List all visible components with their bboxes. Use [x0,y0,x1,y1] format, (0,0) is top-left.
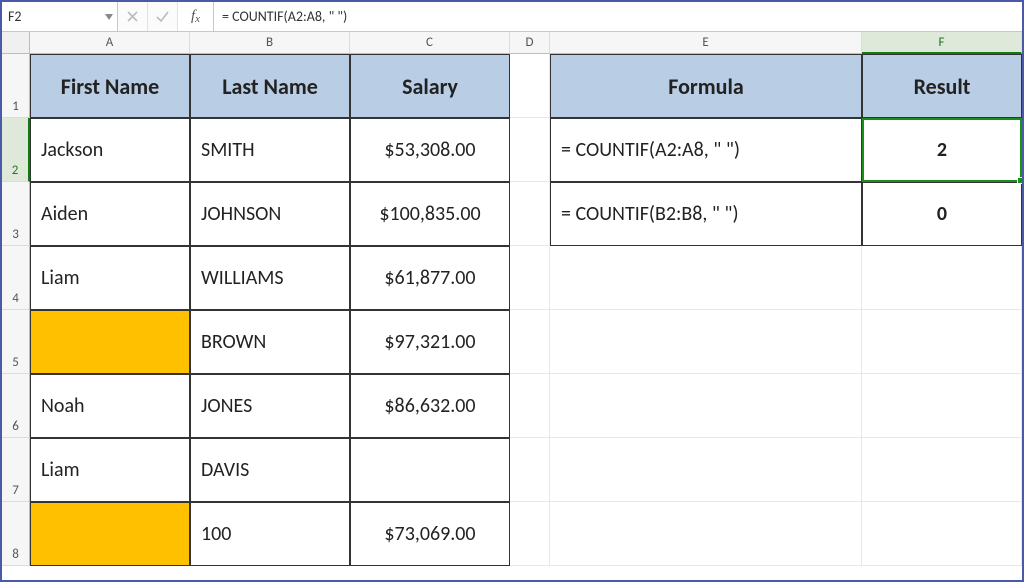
row-header-5[interactable]: 5 [2,310,30,374]
col-header-F[interactable]: F [862,32,1022,54]
cell-F4[interactable] [862,246,1022,310]
cancel-formula-icon[interactable] [118,2,148,31]
col-header-E[interactable]: E [550,32,862,54]
col-header-B[interactable]: B [190,32,350,54]
cell-A7[interactable]: Liam [30,438,190,502]
select-all-corner[interactable] [2,32,30,54]
cell-D7[interactable] [510,438,550,502]
cell-E2[interactable]: = COUNTIF(A2:A8, " ") [550,118,862,182]
cell-F6[interactable] [862,374,1022,438]
cell-A5[interactable] [30,310,190,374]
row-header-7[interactable]: 7 [2,438,30,502]
cell-B5[interactable]: BROWN [190,310,350,374]
col-header-A[interactable]: A [30,32,190,54]
row-header-4[interactable]: 4 [2,246,30,310]
cell-F3[interactable]: 0 [862,182,1022,246]
cell-A2[interactable]: Jackson [30,118,190,182]
cell-B1[interactable]: Last Name [190,54,350,118]
row-header-2[interactable]: 2 [2,118,30,182]
cell-C3[interactable]: $100,835.00 [350,182,510,246]
grid-body: 1 First Name Last Name Salary Formula Re… [2,54,1022,566]
cell-B4[interactable]: WILLIAMS [190,246,350,310]
cell-B8[interactable]: 100 [190,502,350,566]
cell-A6[interactable]: Noah [30,374,190,438]
row-header-3[interactable]: 3 [2,182,30,246]
cell-F1[interactable]: Result [862,54,1022,118]
name-box[interactable]: F2 [2,2,118,31]
cell-C6[interactable]: $86,632.00 [350,374,510,438]
worksheet[interactable]: A B C D E F 1 First Name Last Name Salar… [2,32,1022,580]
cell-C8[interactable]: $73,069.00 [350,502,510,566]
formula-bar: F2 fx = COUNTIF(A2:A8, " ") [2,2,1022,32]
cell-D2[interactable] [510,118,550,182]
cell-E4[interactable] [550,246,862,310]
cell-C4[interactable]: $61,877.00 [350,246,510,310]
cell-D6[interactable] [510,374,550,438]
cell-D4[interactable] [510,246,550,310]
cell-B2[interactable]: SMITH [190,118,350,182]
cell-E8[interactable] [550,502,862,566]
col-header-D[interactable]: D [510,32,550,54]
row-header-8[interactable]: 8 [2,502,30,566]
accept-formula-icon[interactable] [148,2,178,31]
cell-B6[interactable]: JONES [190,374,350,438]
row-header-1[interactable]: 1 [2,54,30,118]
cell-C5[interactable]: $97,321.00 [350,310,510,374]
cell-F8[interactable] [862,502,1022,566]
fx-icon[interactable]: fx [178,2,214,31]
app-frame: F2 fx = COUNTIF(A2:A8, " ") A B C D E F [0,0,1024,582]
cell-B7[interactable]: DAVIS [190,438,350,502]
column-headers: A B C D E F [2,32,1022,54]
cell-D8[interactable] [510,502,550,566]
cell-C1[interactable]: Salary [350,54,510,118]
cell-F5[interactable] [862,310,1022,374]
cell-A3[interactable]: Aiden [30,182,190,246]
cell-D1[interactable] [510,54,550,118]
cell-E3[interactable]: = COUNTIF(B2:B8, " ") [550,182,862,246]
formula-input[interactable]: = COUNTIF(A2:A8, " ") [214,2,1022,31]
col-header-C[interactable]: C [350,32,510,54]
name-box-value: F2 [2,8,101,25]
cell-D3[interactable] [510,182,550,246]
cell-A4[interactable]: Liam [30,246,190,310]
cell-C2[interactable]: $53,308.00 [350,118,510,182]
chevron-down-icon[interactable] [101,2,117,31]
cell-A1[interactable]: First Name [30,54,190,118]
cell-B3[interactable]: JOHNSON [190,182,350,246]
cell-F2[interactable]: 2 [862,118,1022,182]
cell-D5[interactable] [510,310,550,374]
cell-E1[interactable]: Formula [550,54,862,118]
cell-E7[interactable] [550,438,862,502]
row-header-6[interactable]: 6 [2,374,30,438]
cell-E6[interactable] [550,374,862,438]
cell-F7[interactable] [862,438,1022,502]
cell-A8[interactable] [30,502,190,566]
cell-C7[interactable] [350,438,510,502]
cell-E5[interactable] [550,310,862,374]
